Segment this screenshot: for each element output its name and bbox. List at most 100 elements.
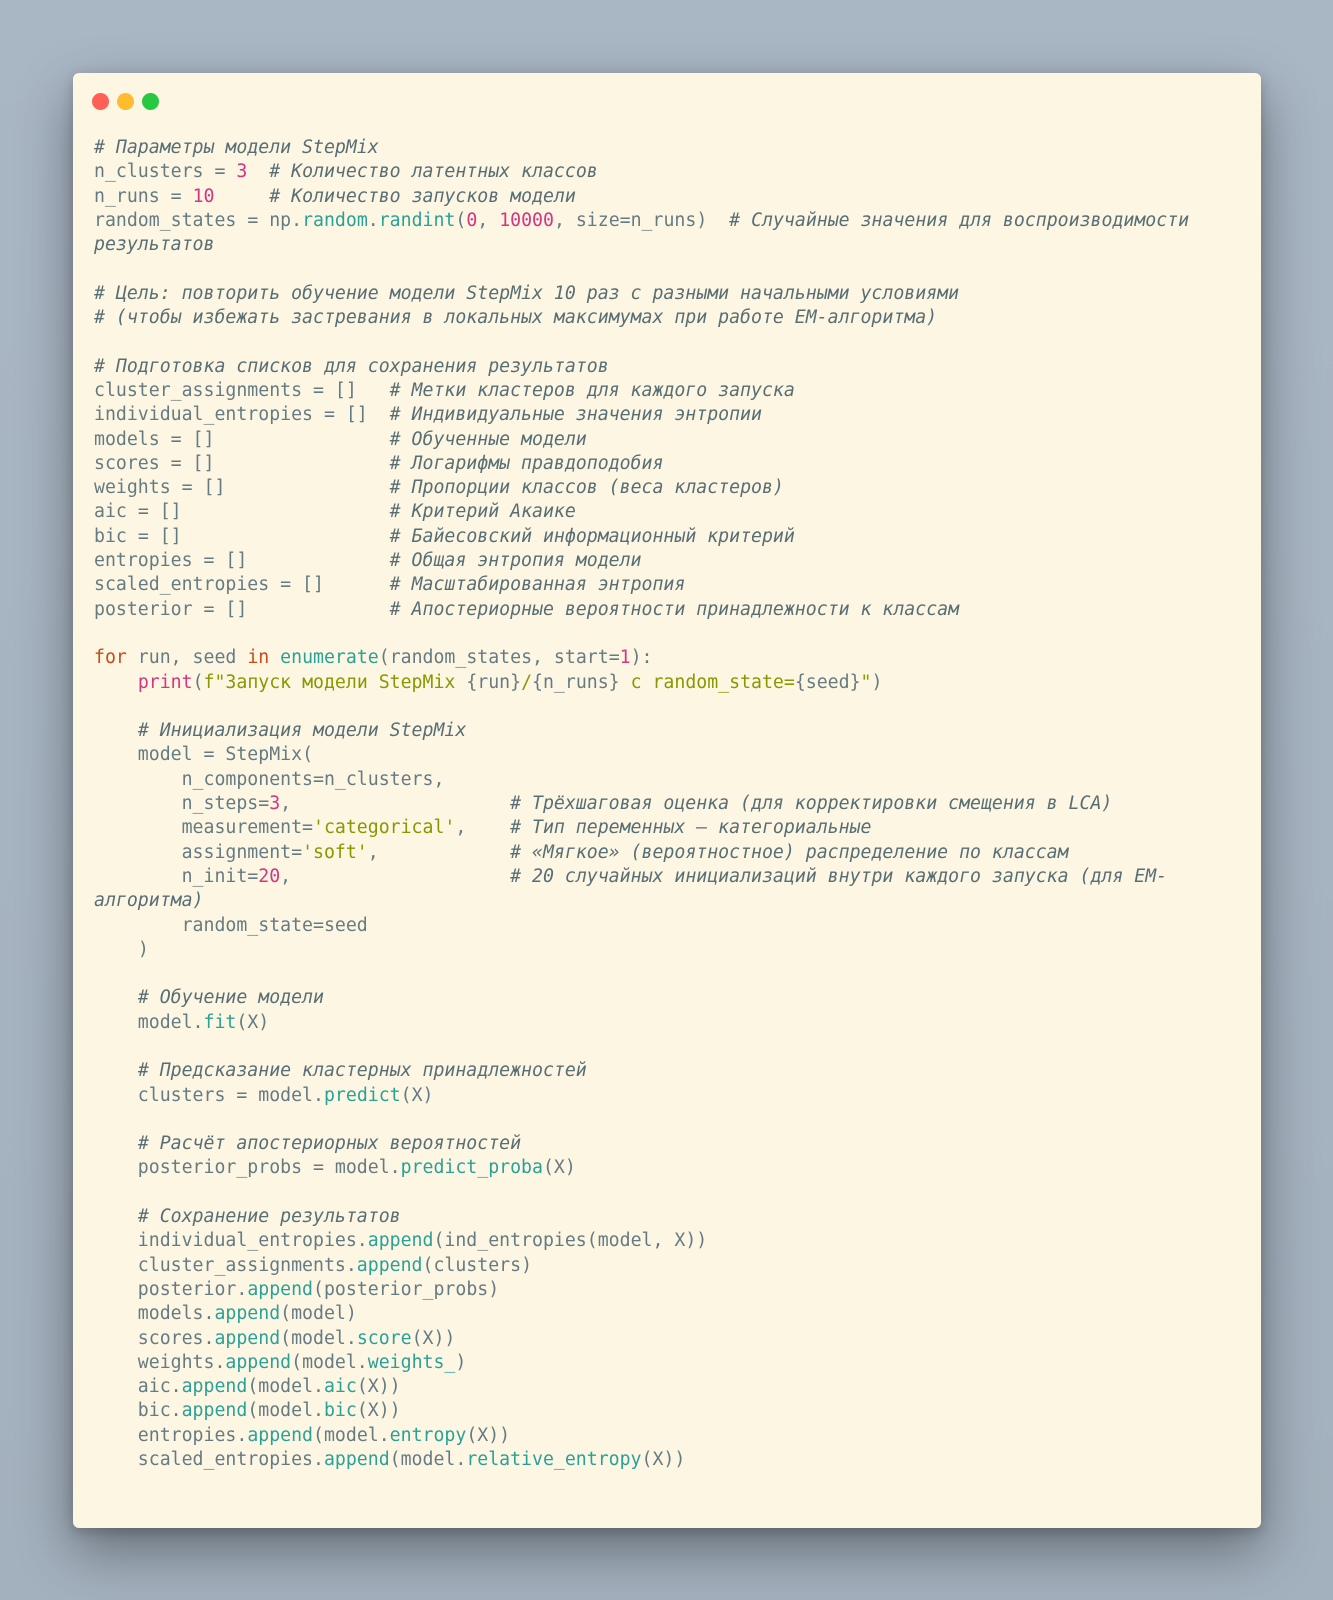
code-token: X (477, 1424, 489, 1446)
code-token: = (236, 1084, 248, 1106)
code-comment: # Предсказание кластерных принадлежносте… (137, 1060, 587, 1082)
code-token: model (94, 744, 204, 766)
code-comment: # Индивидуальные значения энтропии (389, 404, 762, 426)
code-window: # Параметры модели StepMix n_clusters = 3… (73, 73, 1261, 1528)
code-line: models = [] # Обученные модели (94, 428, 1241, 452)
code-token: ( (291, 1351, 303, 1373)
code-comment: # Критерий Акаике (389, 501, 576, 523)
code-token: X (411, 1084, 423, 1106)
code-token: predict (323, 1084, 401, 1106)
code-token: ) (455, 1351, 467, 1373)
code-token: ) (630, 647, 642, 669)
code-line: # Сохранение результатов (94, 1205, 1241, 1229)
code-token: f"Запуск модели StepMix (203, 671, 467, 693)
code-comment: # 20 случайных инициализаций внутри кажд… (510, 865, 1168, 887)
code-token: = (181, 477, 193, 499)
code-token: ind_entropies (444, 1230, 587, 1252)
code-line: weights.append(model.weights_) (94, 1351, 1241, 1375)
code-token: ( (586, 1230, 598, 1252)
code-token: append (367, 1230, 434, 1252)
code-token: X (422, 1327, 434, 1349)
code-token: for (94, 647, 127, 669)
code-line: posterior_probs = model.predict_proba(X) (94, 1156, 1241, 1180)
code-token: ( (411, 1327, 423, 1349)
code-token: model. (400, 1449, 467, 1471)
code-token: = (608, 647, 620, 669)
code-token: ) (345, 1303, 357, 1325)
code-token: model. (291, 1327, 357, 1349)
code-token: clusters (94, 1084, 237, 1106)
code-comment: # Обучение модели (137, 987, 324, 1009)
code-token: individual_entropies. (94, 1230, 368, 1252)
code-token: append (356, 1254, 423, 1276)
code-token: ( (356, 1400, 368, 1422)
code-token: ) (521, 1254, 533, 1276)
code-token: = (137, 525, 149, 547)
minimize-window-button[interactable] (117, 93, 134, 110)
code-token: 'soft' (302, 841, 368, 863)
code-line: # Параметры модели StepMix (94, 136, 1241, 160)
code-token: X (367, 1400, 379, 1422)
code-line: результатов (94, 233, 1241, 257)
code-line: individual_entropies.append (ind_entropie… (94, 1229, 1241, 1253)
code-line: n_steps=3, # Трёхшаговая оценка (для кор… (94, 792, 1241, 816)
code-line: алгоритма) (94, 889, 1241, 913)
code-token: clusters (433, 1254, 522, 1276)
code-token: )) (685, 1230, 708, 1252)
close-window-button[interactable] (92, 93, 109, 110)
code-token: ( (192, 671, 204, 693)
code-token: X (247, 1011, 259, 1033)
code-token: ( (280, 1303, 292, 1325)
code-token: cluster_assignments. (94, 1254, 357, 1276)
code-token: weights (94, 477, 182, 499)
code-token: n_runs (94, 185, 171, 207)
window-titlebar (92, 93, 159, 111)
code-token: scaled_entropies (94, 574, 281, 596)
code-token: ( (400, 1084, 412, 1106)
code-token: 1 (619, 647, 631, 669)
code-token: model. (94, 1011, 204, 1033)
code-token: = (203, 550, 215, 572)
code-token: randint (378, 209, 456, 231)
code-token: ( (280, 1327, 292, 1349)
code-token: model, X (597, 1230, 686, 1252)
code-line: # (чтобы избежать застревания в локальны… (94, 306, 1241, 330)
maximize-window-button[interactable] (142, 93, 159, 110)
code-token: X (367, 1376, 379, 1398)
code-token: [] (148, 525, 390, 547)
code-token: posterior (94, 598, 204, 620)
code-line: cluster_assignments = [] # Метки кластер… (94, 379, 1241, 403)
code-token: model. (258, 1376, 324, 1398)
code-comment: # Расчёт апостериорных вероятностей (137, 1133, 522, 1155)
code-token: = (247, 209, 259, 231)
code-line: model = StepMix( (94, 743, 1241, 767)
code-comment: # Метки кластеров для каждого запуска (389, 379, 795, 401)
code-token: 3 (269, 793, 281, 815)
code-comment: # (чтобы избежать застревания в локальны… (94, 307, 938, 329)
code-token: model. (323, 1424, 390, 1446)
code-token: 20 (258, 865, 281, 887)
code-line: cluster_assignments.append(clusters) (94, 1254, 1241, 1278)
code-token: = (203, 598, 215, 620)
code-token: StepMix (214, 744, 303, 766)
code-token: entropies (94, 550, 204, 572)
code-token: model (291, 1303, 346, 1325)
code-token: n_runs (630, 209, 697, 231)
code-token: 'categorical' (313, 817, 456, 839)
code-token: ) (871, 671, 883, 693)
code-token: posterior. (94, 1278, 248, 1300)
code-token: append (247, 1278, 314, 1300)
code-comment: # Параметры модели StepMix (94, 137, 379, 158)
code-token: ( (466, 1424, 478, 1446)
code-line: weights = [] # Пропорции классов (веса к… (94, 476, 1241, 500)
code-line: # Цель: повторить обучение модели StepMi… (94, 282, 1241, 306)
code-token: model. (323, 1157, 401, 1179)
